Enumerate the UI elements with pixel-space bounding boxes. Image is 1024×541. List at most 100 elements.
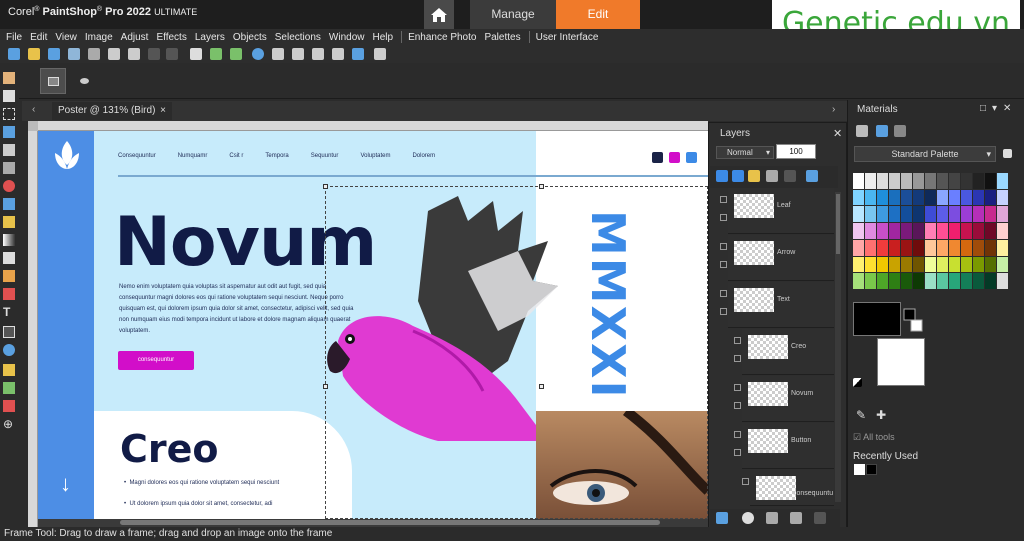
opacity-field[interactable]: 100	[776, 144, 816, 159]
lock-icon[interactable]	[734, 449, 741, 456]
eye-icon[interactable]	[720, 290, 727, 297]
color-swatch[interactable]	[973, 223, 984, 239]
color-swatch[interactable]	[889, 206, 900, 223]
crop-tool-icon[interactable]	[3, 144, 15, 156]
resize-icon[interactable]	[272, 48, 284, 60]
redo-disabled-icon[interactable]	[166, 48, 178, 60]
color-swatch[interactable]	[901, 206, 912, 223]
color-swatch[interactable]	[985, 223, 996, 239]
color-swatch[interactable]	[889, 273, 900, 289]
menu-selections[interactable]: Selections	[275, 32, 321, 43]
add-plus-icon[interactable]: ✚	[876, 408, 886, 422]
info-icon[interactable]	[252, 48, 264, 60]
color-swatch[interactable]	[913, 223, 924, 239]
color-swatch[interactable]	[997, 189, 1008, 206]
red-eye-icon[interactable]	[3, 180, 15, 192]
horizontal-ruler[interactable]	[38, 121, 708, 131]
horizontal-scrollbar-thumb[interactable]	[120, 520, 660, 525]
paint-brush-icon[interactable]	[3, 216, 15, 228]
eye-icon[interactable]	[734, 431, 741, 438]
color-swatch[interactable]	[997, 239, 1008, 256]
fill-bucket-icon[interactable]	[3, 270, 15, 282]
color-swatch[interactable]	[889, 256, 900, 273]
color-swatch[interactable]	[985, 239, 996, 256]
color-swatch[interactable]	[949, 173, 960, 189]
layer-row[interactable]: consequuntu	[742, 470, 834, 506]
lock-icon[interactable]	[720, 214, 727, 221]
all-tools-checkbox[interactable]: ☑ All tools	[853, 432, 895, 443]
swatch-list-tab-icon[interactable]	[894, 125, 906, 137]
dropper-icon[interactable]	[3, 126, 15, 138]
color-swatch[interactable]	[961, 189, 972, 206]
fullscreen-icon[interactable]	[352, 48, 364, 60]
color-swatch[interactable]	[889, 189, 900, 206]
delete-layer-icon[interactable]	[814, 512, 826, 524]
color-swatch[interactable]	[865, 206, 876, 223]
palette-options-icon[interactable]	[1003, 149, 1012, 158]
eye-icon[interactable]	[734, 337, 741, 344]
color-swatch[interactable]	[889, 223, 900, 239]
color-swatch[interactable]	[961, 256, 972, 273]
color-swatch[interactable]	[877, 173, 888, 189]
color-swatch[interactable]	[997, 273, 1008, 289]
color-swatch[interactable]	[853, 223, 864, 239]
menu-palettes[interactable]: Palettes	[484, 32, 520, 43]
rainbow-tab-icon[interactable]	[876, 125, 888, 137]
eraser-icon[interactable]	[3, 252, 15, 264]
eye-icon[interactable]	[720, 243, 727, 250]
color-swatch[interactable]	[925, 239, 936, 256]
color-swatch[interactable]	[937, 223, 948, 239]
color-swatch[interactable]	[985, 189, 996, 206]
color-swatch[interactable]	[925, 223, 936, 239]
vertical-ruler[interactable]	[28, 131, 38, 527]
color-swatch[interactable]	[925, 206, 936, 223]
menu-effects[interactable]: Effects	[156, 32, 186, 43]
color-swatch[interactable]	[937, 256, 948, 273]
close-icon[interactable]: ×	[160, 102, 166, 120]
color-swatch[interactable]	[949, 273, 960, 289]
color-swatch[interactable]	[973, 173, 984, 189]
color-swatch[interactable]	[865, 173, 876, 189]
mask-icon[interactable]	[742, 512, 754, 524]
selection-handle[interactable]	[539, 184, 544, 189]
layer-link-icon[interactable]	[748, 170, 760, 182]
selection-handle[interactable]	[323, 184, 328, 189]
color-swatch[interactable]	[937, 239, 948, 256]
color-swatch[interactable]	[961, 206, 972, 223]
color-swatch[interactable]	[865, 223, 876, 239]
color-swatch[interactable]	[853, 189, 864, 206]
selection-handle[interactable]	[539, 384, 544, 389]
undo-icon[interactable]	[210, 48, 222, 60]
color-swatch[interactable]	[973, 256, 984, 273]
color-swatch[interactable]	[853, 206, 864, 223]
frame-ellipse-option-icon[interactable]	[80, 78, 89, 84]
color-swatch[interactable]	[949, 189, 960, 206]
text-tool-icon[interactable]: T	[3, 306, 15, 318]
reset-colors-icon[interactable]	[853, 378, 862, 387]
color-swatch[interactable]	[913, 239, 924, 256]
color-swatch[interactable]	[961, 223, 972, 239]
pen-tool-icon[interactable]	[3, 364, 15, 376]
color-swatch[interactable]	[913, 273, 924, 289]
effects-icon[interactable]	[766, 512, 778, 524]
menu-enhance-photo[interactable]: Enhance Photo	[408, 32, 476, 43]
color-swatch[interactable]	[985, 173, 996, 189]
color-swatch[interactable]	[913, 206, 924, 223]
color-swatch[interactable]	[853, 239, 864, 256]
menu-layers[interactable]: Layers	[195, 32, 225, 43]
flip-icon[interactable]	[312, 48, 324, 60]
color-swatch[interactable]	[997, 173, 1008, 189]
new-layer-icon[interactable]	[716, 512, 728, 524]
crop-icon[interactable]	[128, 48, 140, 60]
save-as-icon[interactable]	[68, 48, 80, 60]
save-icon[interactable]	[48, 48, 60, 60]
copy-icon[interactable]	[374, 48, 386, 60]
color-swatch[interactable]	[913, 189, 924, 206]
link-chain-icon[interactable]	[806, 170, 818, 182]
selection-frame[interactable]	[325, 186, 708, 519]
color-swatch[interactable]	[865, 273, 876, 289]
undo-disabled-icon[interactable]	[148, 48, 160, 60]
layer-lock-icon[interactable]	[732, 170, 744, 182]
home-button[interactable]	[424, 0, 454, 29]
swap-colors-icon[interactable]	[902, 307, 924, 335]
